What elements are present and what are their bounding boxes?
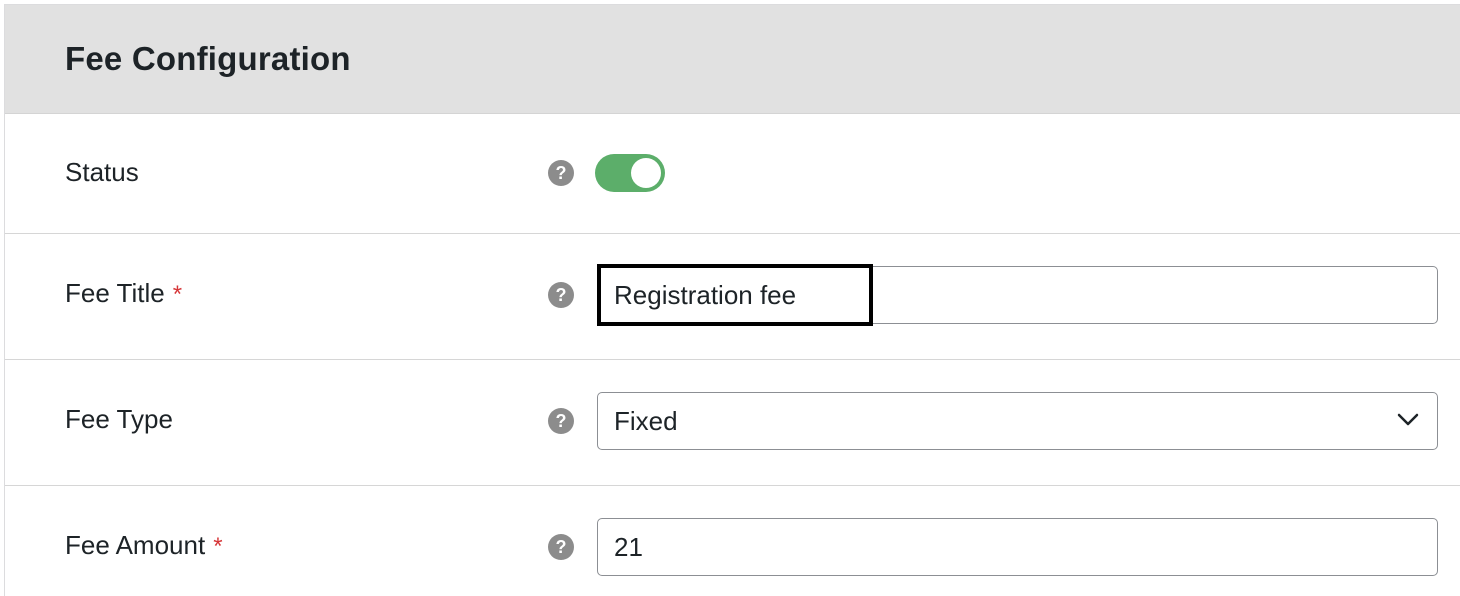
fee-amount-input[interactable] xyxy=(614,531,1421,563)
required-asterisk: * xyxy=(213,533,223,560)
question-circle-icon[interactable]: ? xyxy=(548,534,574,560)
fee-title-label: Fee Title * xyxy=(65,278,182,309)
fee-amount-label-text: Fee Amount xyxy=(65,530,206,560)
toggle-knob xyxy=(631,158,661,188)
required-asterisk: * xyxy=(172,281,183,308)
fee-type-select[interactable]: Fixed xyxy=(597,392,1438,450)
question-circle-icon[interactable]: ? xyxy=(548,408,574,434)
fee-type-row: Fee Type ? Fixed xyxy=(5,360,1460,486)
chevron-down-icon xyxy=(1397,413,1419,426)
fee-type-selected-value: Fixed xyxy=(614,405,678,436)
fee-configuration-panel: Fee Configuration Status ? Fee Title * ? … xyxy=(4,4,1460,596)
fee-title-field[interactable] xyxy=(597,266,1438,324)
fee-title-label-text: Fee Title xyxy=(65,278,165,308)
fee-amount-row: Fee Amount * ? xyxy=(5,486,1460,596)
fee-title-input[interactable] xyxy=(614,279,1421,311)
status-label: Status xyxy=(65,157,139,187)
fee-type-label: Fee Type xyxy=(65,404,173,434)
question-circle-icon[interactable]: ? xyxy=(548,160,574,186)
status-row: Status ? xyxy=(5,114,1460,234)
fee-title-row: Fee Title * ? xyxy=(5,234,1460,360)
panel-title: Fee Configuration xyxy=(65,40,351,77)
fee-amount-label: Fee Amount * xyxy=(65,530,223,561)
fee-amount-field[interactable] xyxy=(597,518,1438,576)
status-toggle[interactable] xyxy=(595,154,665,192)
question-circle-icon[interactable]: ? xyxy=(548,282,574,308)
panel-header: Fee Configuration xyxy=(5,5,1460,114)
